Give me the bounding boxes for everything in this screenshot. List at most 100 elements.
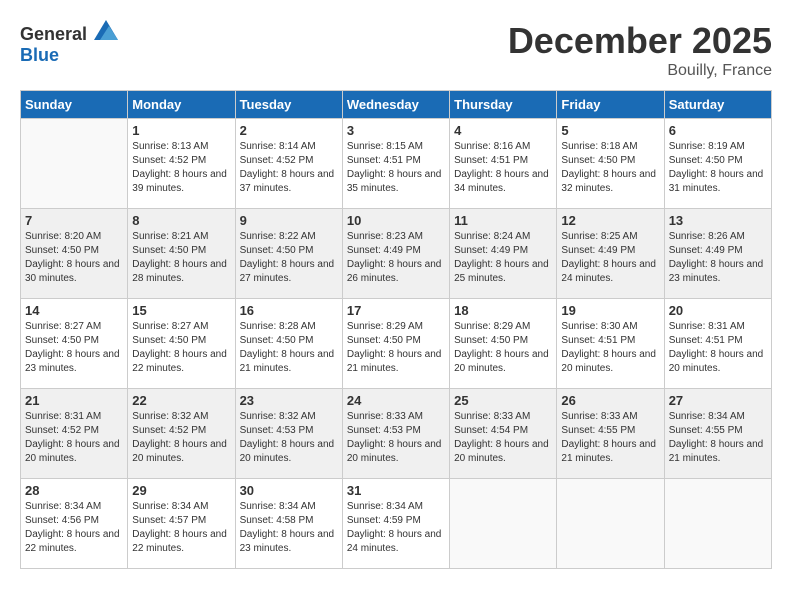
logo: General Blue xyxy=(20,20,118,66)
day-info: Sunrise: 8:23 AMSunset: 4:49 PMDaylight:… xyxy=(347,230,445,286)
day-info: Sunrise: 8:15 AMSunset: 4:51 PMDaylight:… xyxy=(347,140,445,196)
day-info: Sunrise: 8:14 AMSunset: 4:52 PMDaylight:… xyxy=(240,140,338,196)
calendar-week-row: 21Sunrise: 8:31 AMSunset: 4:52 PMDayligh… xyxy=(21,389,772,479)
day-info: Sunrise: 8:26 AMSunset: 4:49 PMDaylight:… xyxy=(669,230,767,286)
calendar-cell: 24 Sunrise: 8:33 AMSunset: 4:53 PMDayligh… xyxy=(342,389,449,479)
calendar-header-monday: Monday xyxy=(128,91,235,119)
calendar-cell: 21Sunrise: 8:31 AMSunset: 4:52 PMDayligh… xyxy=(21,389,128,479)
calendar-cell: 1Sunrise: 8:13 AMSunset: 4:52 PMDaylight… xyxy=(128,119,235,209)
day-info: Sunrise: 8:16 AMSunset: 4:51 PMDaylight:… xyxy=(454,140,552,196)
calendar-header-wednesday: Wednesday xyxy=(342,91,449,119)
day-number: 8 xyxy=(132,213,230,228)
calendar-cell: 13 Sunrise: 8:26 AMSunset: 4:49 PMDayligh… xyxy=(664,209,771,299)
day-number: 10 xyxy=(347,213,445,228)
day-number: 22 xyxy=(132,393,230,408)
calendar-cell: 15Sunrise: 8:27 AMSunset: 4:50 PMDayligh… xyxy=(128,299,235,389)
day-info: Sunrise: 8:34 AMSunset: 4:59 PMDaylight:… xyxy=(347,500,445,556)
calendar-cell: 17 Sunrise: 8:29 AMSunset: 4:50 PMDayligh… xyxy=(342,299,449,389)
day-number: 29 xyxy=(132,483,230,498)
calendar-week-row: 28 Sunrise: 8:34 AMSunset: 4:56 PMDayligh… xyxy=(21,479,772,569)
calendar-cell: 12 Sunrise: 8:25 AMSunset: 4:49 PMDayligh… xyxy=(557,209,664,299)
day-info: Sunrise: 8:29 AMSunset: 4:50 PMDaylight:… xyxy=(347,320,445,376)
day-info: Sunrise: 8:34 AMSunset: 4:58 PMDaylight:… xyxy=(240,500,338,556)
day-number: 7 xyxy=(25,213,123,228)
calendar-cell: 28 Sunrise: 8:34 AMSunset: 4:56 PMDayligh… xyxy=(21,479,128,569)
day-number: 28 xyxy=(25,483,123,498)
day-number: 31 xyxy=(347,483,445,498)
day-number: 5 xyxy=(561,123,659,138)
day-info: Sunrise: 8:24 AMSunset: 4:49 PMDaylight:… xyxy=(454,230,552,286)
calendar-header-row: SundayMondayTuesdayWednesdayThursdayFrid… xyxy=(21,91,772,119)
day-number: 1 xyxy=(132,123,230,138)
day-number: 17 xyxy=(347,303,445,318)
calendar-cell: 19 Sunrise: 8:30 AMSunset: 4:51 PMDayligh… xyxy=(557,299,664,389)
calendar-cell: 4Sunrise: 8:16 AMSunset: 4:51 PMDaylight… xyxy=(450,119,557,209)
calendar-cell: 29Sunrise: 8:34 AMSunset: 4:57 PMDayligh… xyxy=(128,479,235,569)
day-info: Sunrise: 8:25 AMSunset: 4:49 PMDaylight:… xyxy=(561,230,659,286)
calendar-header-sunday: Sunday xyxy=(21,91,128,119)
day-number: 13 xyxy=(669,213,767,228)
logo-text: General Blue xyxy=(20,20,118,66)
calendar-week-row: 7 Sunrise: 8:20 AMSunset: 4:50 PMDaylight… xyxy=(21,209,772,299)
day-number: 12 xyxy=(561,213,659,228)
calendar-header-thursday: Thursday xyxy=(450,91,557,119)
calendar-header-saturday: Saturday xyxy=(664,91,771,119)
calendar-cell: 5 Sunrise: 8:18 AMSunset: 4:50 PMDaylight… xyxy=(557,119,664,209)
calendar-cell: 18Sunrise: 8:29 AMSunset: 4:50 PMDayligh… xyxy=(450,299,557,389)
day-number: 26 xyxy=(561,393,659,408)
day-info: Sunrise: 8:33 AMSunset: 4:53 PMDaylight:… xyxy=(347,410,445,466)
day-number: 11 xyxy=(454,213,552,228)
day-number: 6 xyxy=(669,123,767,138)
calendar-cell: 31 Sunrise: 8:34 AMSunset: 4:59 PMDayligh… xyxy=(342,479,449,569)
day-info: Sunrise: 8:34 AMSunset: 4:55 PMDaylight:… xyxy=(669,410,767,466)
calendar-cell: 3 Sunrise: 8:15 AMSunset: 4:51 PMDaylight… xyxy=(342,119,449,209)
logo-general: General xyxy=(20,24,87,44)
calendar-cell: 9 Sunrise: 8:22 AMSunset: 4:50 PMDaylight… xyxy=(235,209,342,299)
calendar-cell xyxy=(450,479,557,569)
month-year-title: December 2025 xyxy=(508,20,772,62)
calendar-cell: 22 Sunrise: 8:32 AMSunset: 4:52 PMDayligh… xyxy=(128,389,235,479)
day-info: Sunrise: 8:22 AMSunset: 4:50 PMDaylight:… xyxy=(240,230,338,286)
day-number: 24 xyxy=(347,393,445,408)
calendar-cell: 7 Sunrise: 8:20 AMSunset: 4:50 PMDaylight… xyxy=(21,209,128,299)
day-number: 23 xyxy=(240,393,338,408)
calendar-cell: 23 Sunrise: 8:32 AMSunset: 4:53 PMDayligh… xyxy=(235,389,342,479)
day-number: 9 xyxy=(240,213,338,228)
day-info: Sunrise: 8:28 AMSunset: 4:50 PMDaylight:… xyxy=(240,320,338,376)
calendar-cell: 16 Sunrise: 8:28 AMSunset: 4:50 PMDayligh… xyxy=(235,299,342,389)
day-info: Sunrise: 8:33 AMSunset: 4:55 PMDaylight:… xyxy=(561,410,659,466)
day-info: Sunrise: 8:32 AMSunset: 4:52 PMDaylight:… xyxy=(132,410,230,466)
calendar-week-row: 14 Sunrise: 8:27 AMSunset: 4:50 PMDayligh… xyxy=(21,299,772,389)
day-info: Sunrise: 8:34 AMSunset: 4:56 PMDaylight:… xyxy=(25,500,123,556)
day-number: 16 xyxy=(240,303,338,318)
day-info: Sunrise: 8:20 AMSunset: 4:50 PMDaylight:… xyxy=(25,230,123,286)
day-info: Sunrise: 8:31 AMSunset: 4:51 PMDaylight:… xyxy=(669,320,767,376)
day-info: Sunrise: 8:27 AMSunset: 4:50 PMDaylight:… xyxy=(132,320,230,376)
day-info: Sunrise: 8:30 AMSunset: 4:51 PMDaylight:… xyxy=(561,320,659,376)
day-info: Sunrise: 8:27 AMSunset: 4:50 PMDaylight:… xyxy=(25,320,123,376)
day-number: 2 xyxy=(240,123,338,138)
calendar-cell: 27 Sunrise: 8:34 AMSunset: 4:55 PMDayligh… xyxy=(664,389,771,479)
day-info: Sunrise: 8:18 AMSunset: 4:50 PMDaylight:… xyxy=(561,140,659,196)
day-number: 14 xyxy=(25,303,123,318)
calendar-cell xyxy=(21,119,128,209)
day-info: Sunrise: 8:33 AMSunset: 4:54 PMDaylight:… xyxy=(454,410,552,466)
calendar-cell: 8 Sunrise: 8:21 AMSunset: 4:50 PMDaylight… xyxy=(128,209,235,299)
calendar-cell xyxy=(557,479,664,569)
day-number: 19 xyxy=(561,303,659,318)
title-block: December 2025 Bouilly, France xyxy=(508,20,772,80)
day-info: Sunrise: 8:21 AMSunset: 4:50 PMDaylight:… xyxy=(132,230,230,286)
day-number: 20 xyxy=(669,303,767,318)
day-info: Sunrise: 8:32 AMSunset: 4:53 PMDaylight:… xyxy=(240,410,338,466)
calendar-cell: 11 Sunrise: 8:24 AMSunset: 4:49 PMDayligh… xyxy=(450,209,557,299)
calendar-header-friday: Friday xyxy=(557,91,664,119)
day-number: 21 xyxy=(25,393,123,408)
calendar-cell: 20 Sunrise: 8:31 AMSunset: 4:51 PMDayligh… xyxy=(664,299,771,389)
calendar-cell: 30 Sunrise: 8:34 AMSunset: 4:58 PMDayligh… xyxy=(235,479,342,569)
calendar-cell: 26 Sunrise: 8:33 AMSunset: 4:55 PMDayligh… xyxy=(557,389,664,479)
day-number: 3 xyxy=(347,123,445,138)
day-number: 27 xyxy=(669,393,767,408)
day-number: 30 xyxy=(240,483,338,498)
calendar-cell: 2 Sunrise: 8:14 AMSunset: 4:52 PMDaylight… xyxy=(235,119,342,209)
day-number: 25 xyxy=(454,393,552,408)
